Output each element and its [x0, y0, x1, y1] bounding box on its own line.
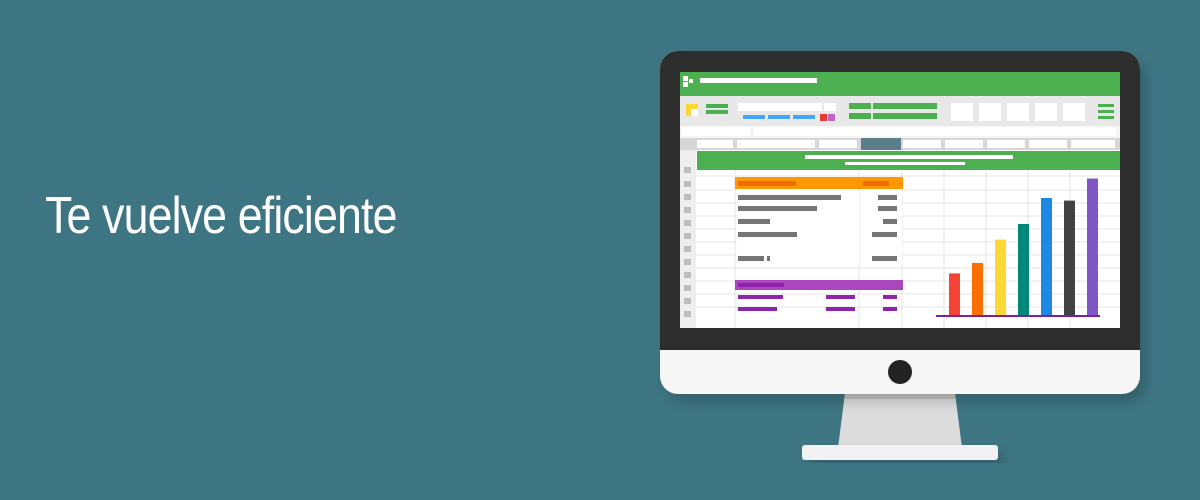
chart-x-axis: [936, 315, 1100, 317]
chart-bar: [949, 273, 960, 315]
chart-bar: [1087, 178, 1098, 315]
stand-base: [802, 445, 998, 460]
stand-neck: [838, 393, 962, 448]
chart-bar: [1064, 200, 1075, 315]
power-button-icon: [888, 360, 912, 384]
spreadsheet-titlebar: [680, 72, 1120, 96]
spreadsheet-screen: [680, 72, 1120, 328]
sheet-banner: [697, 151, 1120, 170]
chart-bar: [995, 239, 1006, 315]
title-text-bar: [700, 78, 817, 83]
selected-column-header: [861, 138, 901, 150]
orange-table: [735, 177, 903, 266]
chart-bar: [1041, 198, 1052, 315]
monitor-stand: [802, 393, 998, 460]
chart-bar: [1018, 224, 1029, 315]
chart-bar: [972, 263, 983, 315]
computer-monitor-illustration: [660, 51, 1140, 460]
